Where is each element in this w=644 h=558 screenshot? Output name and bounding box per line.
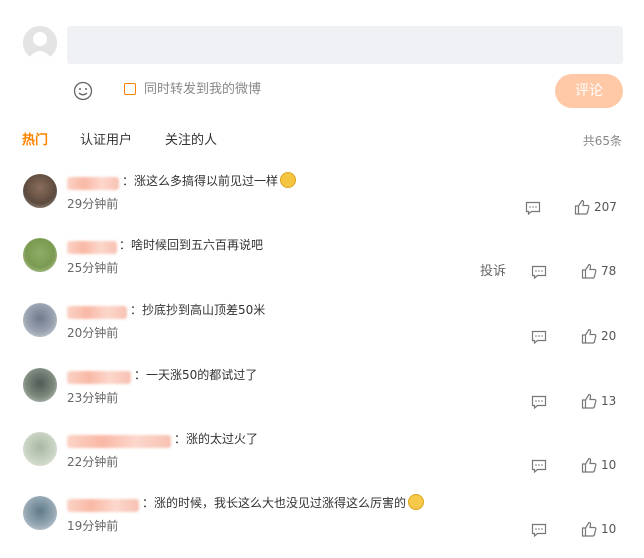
avatar[interactable]: [23, 238, 57, 272]
current-user-avatar[interactable]: [23, 26, 57, 60]
reply-icon[interactable]: [531, 394, 547, 410]
username-blurred[interactable]: [67, 435, 171, 448]
like-icon[interactable]: [581, 457, 597, 473]
repost-label: 同时转发到我的微博: [144, 82, 262, 97]
comment-text: 一天涨50的都试过了: [146, 368, 258, 382]
comment-item: ：涨的太过火了 22分钟前 10: [0, 432, 644, 494]
comment-submit-button[interactable]: 评论: [555, 74, 623, 108]
avatar[interactable]: [23, 303, 57, 337]
like-icon[interactable]: [581, 393, 597, 409]
comment-text: 涨的时候，我长这么大也没见过涨得这么厉害的: [154, 496, 407, 510]
avatar[interactable]: [23, 174, 57, 208]
sweat-smile-icon: [408, 494, 425, 510]
reply-icon[interactable]: [531, 522, 547, 538]
repost-checkbox[interactable]: [124, 83, 136, 95]
avatar[interactable]: [23, 496, 57, 530]
like-count: 207: [594, 200, 617, 214]
comment-item: ：抄底抄到高山顶差50米 20分钟前 20: [0, 303, 644, 365]
doge-icon: [280, 172, 297, 188]
comment-total: 共65条: [582, 134, 622, 148]
reply-icon[interactable]: [531, 458, 547, 474]
default-avatar-icon: [23, 26, 57, 60]
comment-item: ：一天涨50的都试过了 23分钟前 13: [0, 368, 644, 430]
reply-icon[interactable]: [531, 264, 547, 280]
tab-verified-users[interactable]: 认证用户: [80, 132, 132, 150]
comment-time: 19分钟前: [67, 519, 119, 533]
username-blurred[interactable]: [67, 499, 139, 512]
username-blurred[interactable]: [67, 306, 127, 319]
like-icon[interactable]: [574, 199, 590, 215]
emoji-icon[interactable]: [73, 81, 93, 101]
username-blurred[interactable]: [67, 241, 117, 254]
reply-icon[interactable]: [531, 329, 547, 345]
like-count: 10: [601, 458, 617, 472]
comment-input[interactable]: [67, 26, 623, 64]
comment-text: 涨的太过火了: [186, 432, 259, 446]
tab-hot[interactable]: 热门: [22, 132, 48, 150]
comment-item: ：涨这么多搞得以前见过一样 29分钟前 207: [0, 172, 644, 236]
like-count: 10: [601, 522, 617, 536]
comment-item: ：啥时候回到五六百再说吧 25分钟前 投诉 78: [0, 238, 644, 300]
comment-time: 29分钟前: [67, 197, 119, 211]
avatar[interactable]: [23, 432, 57, 466]
comment-time: 23分钟前: [67, 391, 119, 405]
tab-following[interactable]: 关注的人: [165, 132, 217, 150]
comment-item: ：涨的时候，我长这么大也没见过涨得这么厉害的 19分钟前 10: [0, 494, 644, 558]
avatar[interactable]: [23, 368, 57, 402]
comment-text: 涨这么多搞得以前见过一样: [134, 174, 279, 188]
username-blurred[interactable]: [67, 177, 119, 190]
report-button[interactable]: 投诉: [480, 264, 506, 280]
like-icon[interactable]: [581, 263, 597, 279]
like-icon[interactable]: [581, 328, 597, 344]
comment-time: 25分钟前: [67, 261, 119, 275]
like-count: 20: [601, 329, 617, 343]
comment-text: 啥时候回到五六百再说吧: [131, 238, 264, 252]
reply-icon[interactable]: [525, 200, 541, 216]
like-count: 78: [601, 264, 617, 278]
like-count: 13: [601, 394, 617, 408]
comment-time: 22分钟前: [67, 455, 119, 469]
username-blurred[interactable]: [67, 371, 131, 384]
like-icon[interactable]: [581, 521, 597, 537]
comment-text: 抄底抄到高山顶差50米: [142, 303, 266, 317]
comment-time: 20分钟前: [67, 326, 119, 340]
